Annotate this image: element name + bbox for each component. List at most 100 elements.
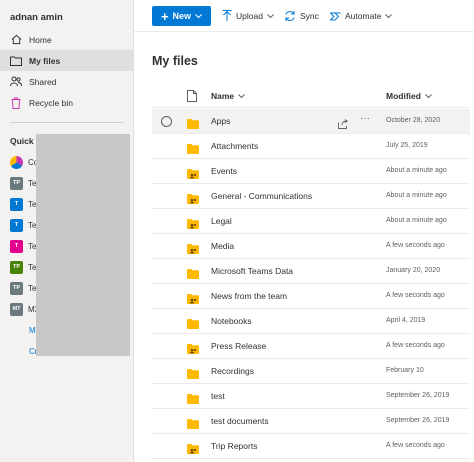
nav-item-shared[interactable]: Shared [0,71,133,92]
chevron-down-icon [267,11,278,21]
folder-icon [187,141,199,159]
modified-date: A few seconds ago [386,442,445,449]
plus-icon: + [160,8,169,24]
file-row[interactable]: General - Communications About a minute a… [152,184,470,209]
team-badge-icon: T [10,239,23,253]
modified-date: October 28, 2020 [386,117,441,124]
upload-icon [222,10,232,21]
upload-button[interactable]: Upload [222,8,278,24]
file-name[interactable]: Events [211,166,237,176]
file-row[interactable]: Legal About a minute ago [152,209,470,234]
name-column-header[interactable]: Name [211,86,246,106]
file-row[interactable]: Microsoft Teams Data January 20, 2020 [152,259,470,284]
upload-label: Upload [236,11,263,21]
modified-date: February 10 [386,367,424,374]
nav-item-home[interactable]: Home [0,29,133,50]
file-name[interactable]: Press Release [211,341,266,351]
modified-date: September 26, 2019 [386,417,450,424]
name-column-label: Name [211,91,235,101]
team-badge-icon: T [10,197,23,211]
file-name[interactable]: test documents [211,416,269,426]
quick-access-item[interactable]: TP Te [10,260,36,274]
new-button[interactable]: + New [152,6,211,26]
modified-date: July 25, 2019 [386,142,428,149]
quick-access-item[interactable]: MT M3 [10,302,39,316]
folder-icon [187,266,199,284]
user-name: adnan amin [10,12,63,23]
sync-button[interactable]: Sync [284,8,319,24]
more-places-link[interactable]: M [29,326,36,335]
more-options-icon[interactable]: ··· [360,113,370,124]
shared-folder-icon [187,341,199,359]
team-badge-icon: MT [10,302,23,316]
file-name[interactable]: Media [211,241,234,251]
page-title: My files [152,54,198,68]
file-row[interactable]: Notebooks April 4, 2019 [152,309,470,334]
file-name[interactable]: Trip Reports [211,441,257,451]
quick-access-item[interactable]: TP Te [10,176,36,190]
automate-icon [330,12,341,20]
nav-item-my-files[interactable]: My files [0,50,133,71]
file-row[interactable]: Recordings February 10 [152,359,470,384]
automate-button[interactable]: Automate [330,8,396,24]
file-row[interactable]: test September 26, 2019 [152,384,470,409]
team-badge-icon: TP [10,281,23,295]
file-name[interactable]: Apps [211,116,230,126]
modified-column-header[interactable]: Modified [386,86,432,106]
file-row[interactable]: test documents September 26, 2019 [152,409,470,434]
file-row[interactable]: Apps ··· October 28, 2020 [152,109,470,134]
quick-access-item[interactable]: Co [10,155,38,169]
folder-icon [187,316,199,334]
file-name[interactable]: News from the team [211,291,287,301]
nav-label: Shared [29,76,57,87]
home-icon [9,33,23,47]
file-row[interactable]: Media A few seconds ago [152,234,470,259]
file-name[interactable]: Microsoft Teams Data [211,266,293,276]
folder-icon [187,391,199,409]
folder-icon [187,116,199,134]
share-icon[interactable] [338,116,348,134]
row-select-radio[interactable] [161,116,172,127]
modified-date: A few seconds ago [386,342,445,349]
team-badge-icon: TP [10,260,23,274]
nav-label: My files [29,55,61,66]
modified-date: September 26, 2019 [386,392,450,399]
redacted-area [36,134,130,356]
sidebar-divider [10,122,124,123]
file-type-header-icon[interactable] [187,86,197,106]
nav-item-recycle-bin[interactable]: Recycle bin [0,92,133,113]
quick-access-item[interactable]: T Te [10,239,36,253]
team-badge-icon: TP [10,176,23,190]
sync-label: Sync [300,11,319,21]
folder-icon [187,416,199,434]
group-avatar-icon [10,155,23,169]
quick-access-item[interactable]: T Te [10,218,36,232]
file-name[interactable]: General - Communications [211,191,312,201]
modified-date: A few seconds ago [386,242,445,249]
chevron-down-icon [385,11,396,21]
modified-date: About a minute ago [386,167,447,174]
shared-folder-icon [187,441,199,459]
file-row[interactable]: Attachments July 25, 2019 [152,134,470,159]
shared-folder-icon [187,291,199,309]
file-row[interactable]: Press Release A few seconds ago [152,334,470,359]
file-row[interactable]: Trip Reports A few seconds ago [152,434,470,459]
modified-date: About a minute ago [386,217,447,224]
sync-icon [285,11,295,21]
modified-column-label: Modified [386,91,421,101]
people-icon [9,75,23,89]
file-name[interactable]: Legal [211,216,232,226]
commandbar-divider [134,31,474,32]
modified-date: About a minute ago [386,192,447,199]
shared-folder-icon [187,216,199,234]
quick-access-item[interactable]: T Te [10,197,36,211]
file-name[interactable]: Notebooks [211,316,252,326]
file-name[interactable]: Attachments [211,141,258,151]
shared-folder-icon [187,191,199,209]
quick-access-item[interactable]: TP Te [10,281,36,295]
file-row[interactable]: Events About a minute ago [152,159,470,184]
file-row[interactable]: News from the team A few seconds ago [152,284,470,309]
file-name[interactable]: Recordings [211,366,254,376]
chevron-down-icon [238,91,246,101]
file-name[interactable]: test [211,391,225,401]
